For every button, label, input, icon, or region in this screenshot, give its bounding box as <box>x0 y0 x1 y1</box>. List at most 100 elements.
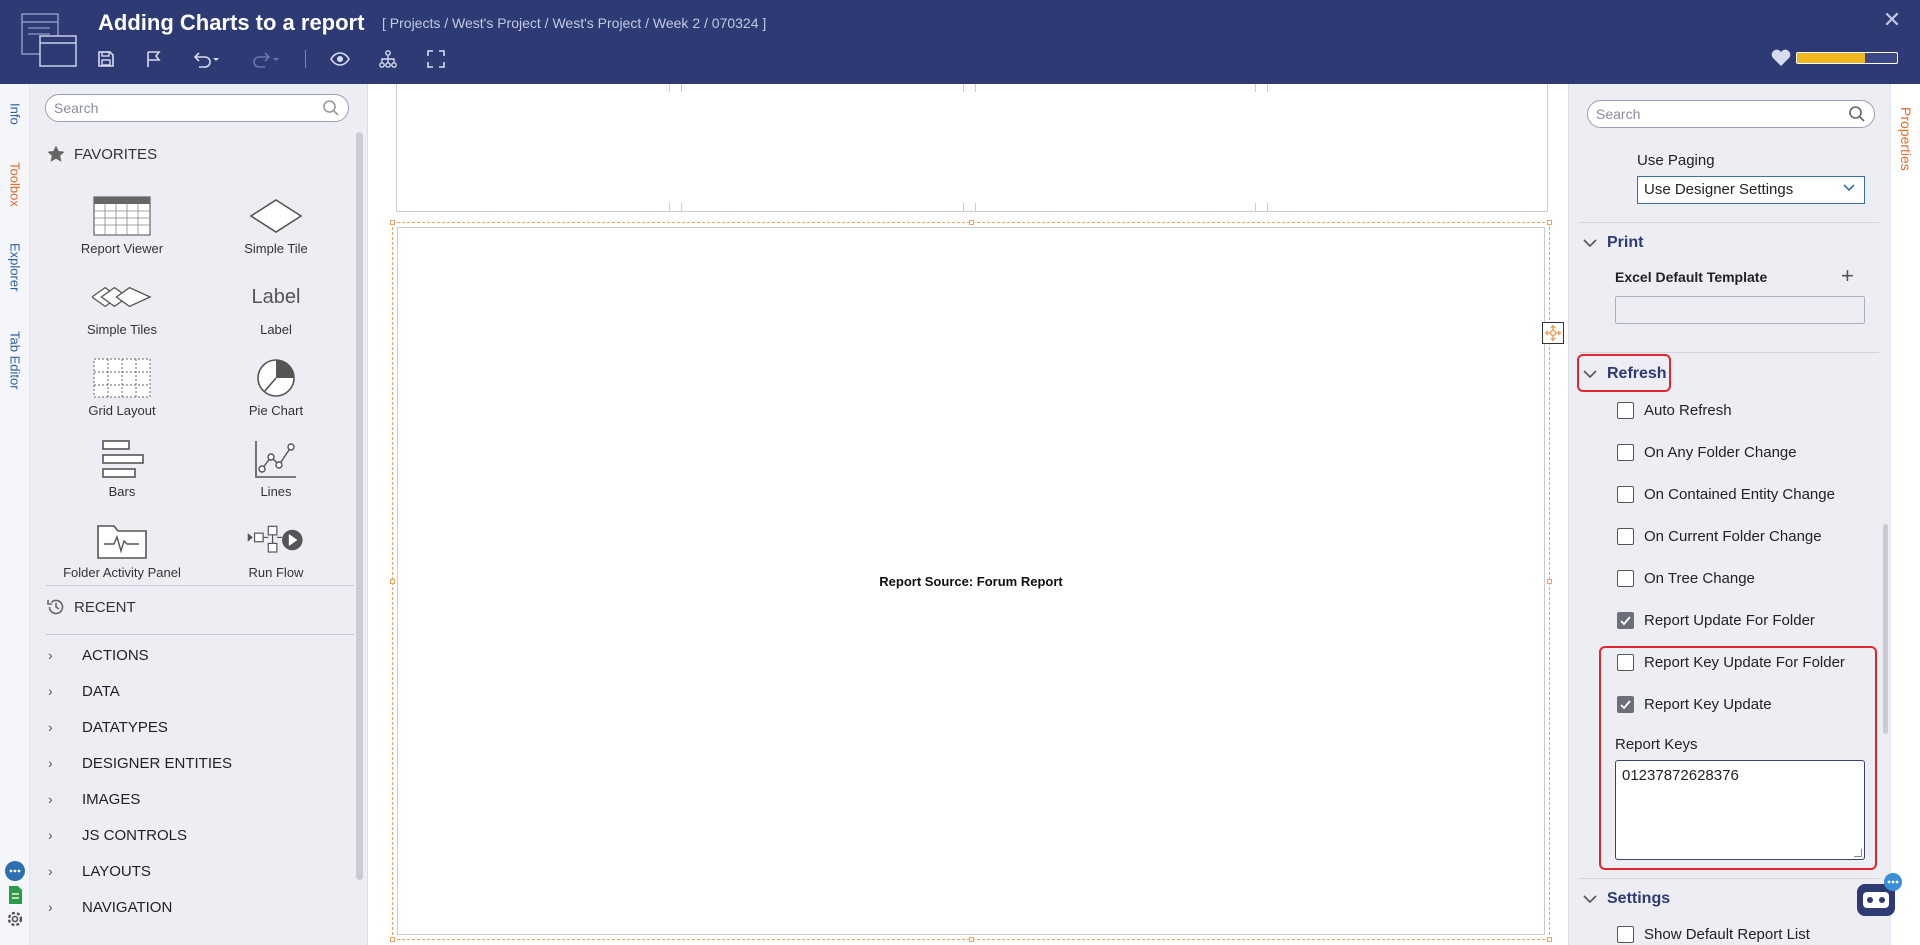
tab-explorer[interactable]: Explorer <box>0 234 30 300</box>
chatbot-icon[interactable] <box>1853 872 1905 924</box>
resize-grip-icon[interactable] <box>1854 849 1862 857</box>
category-layouts[interactable]: › LAYOUTS <box>46 858 151 884</box>
category-datatypes[interactable]: › DATATYPES <box>46 714 168 740</box>
fullscreen-icon[interactable] <box>422 46 450 72</box>
tool-lines[interactable]: Lines <box>201 423 351 499</box>
checkbox[interactable] <box>1617 570 1634 587</box>
checkbox-on-contained-entity-change[interactable]: On Contained Entity Change <box>1617 486 1835 503</box>
tool-folder-activity-panel[interactable]: Folder Activity Panel <box>47 504 197 580</box>
checkbox-on-tree-change[interactable]: On Tree Change <box>1617 570 1755 587</box>
report-keys-value: 01237872628376 <box>1622 767 1739 784</box>
resize-handle[interactable] <box>969 220 974 225</box>
tool-simple-tiles[interactable]: Simple Tiles <box>47 261 197 337</box>
category-data[interactable]: › DATA <box>46 678 120 704</box>
tab-tab-editor[interactable]: Tab Editor <box>0 320 30 400</box>
upper-container[interactable] <box>396 84 1548 212</box>
checkbox[interactable] <box>1617 402 1634 419</box>
app-logo-icon <box>20 12 78 70</box>
checkbox-label: On Contained Entity Change <box>1644 486 1835 503</box>
column-marker <box>1267 84 1268 92</box>
toolbox-scrollbar[interactable] <box>356 132 363 880</box>
close-icon[interactable]: ✕ <box>1880 8 1904 32</box>
resize-handle[interactable] <box>390 579 395 584</box>
checkbox[interactable] <box>1617 444 1634 461</box>
redo-icon[interactable] <box>246 46 286 72</box>
category-js-controls[interactable]: › JS CONTROLS <box>46 822 187 848</box>
checkbox[interactable] <box>1617 654 1634 671</box>
checkbox-auto-refresh[interactable]: Auto Refresh <box>1617 402 1732 419</box>
design-canvas[interactable]: Report Source: Forum Report <box>368 84 1568 945</box>
checkbox-show-default-report-list[interactable]: Show Default Report List <box>1617 926 1810 943</box>
tool-label: Report Viewer <box>80 241 164 256</box>
tab-info[interactable]: Info <box>0 94 30 134</box>
tool-label[interactable]: Label Label <box>201 261 351 338</box>
category-navigation[interactable]: › NAVIGATION <box>46 894 172 920</box>
checkbox-checked[interactable] <box>1617 612 1634 629</box>
chevron-right-icon: › <box>48 827 53 843</box>
resize-handle[interactable] <box>1547 579 1552 584</box>
checkbox[interactable] <box>1617 926 1634 943</box>
resize-handle[interactable] <box>1547 937 1552 942</box>
column-marker <box>975 84 976 92</box>
category-label: IMAGES <box>82 790 141 808</box>
favorites-label: FAVORITES <box>74 145 158 163</box>
chat-icon[interactable] <box>4 860 26 882</box>
tool-grid-layout[interactable]: Grid Layout <box>47 342 197 418</box>
highlight-box <box>1577 354 1671 392</box>
tool-simple-tile[interactable]: Simple Tile <box>201 180 351 256</box>
resize-handle[interactable] <box>390 220 395 225</box>
settings-gear-icon[interactable] <box>4 908 26 930</box>
recent-header[interactable]: RECENT <box>46 597 136 617</box>
toolbox-search[interactable] <box>45 94 349 122</box>
document-icon[interactable] <box>4 884 26 906</box>
tab-properties[interactable]: Properties <box>1891 94 1920 184</box>
tool-pie-chart[interactable]: Pie Chart <box>201 342 351 418</box>
category-designer-entities[interactable]: › DESIGNER ENTITIES <box>46 750 232 776</box>
report-viewer-component[interactable]: Report Source: Forum Report <box>390 220 1552 942</box>
checkbox-report-update-for-folder[interactable]: Report Update For Folder <box>1617 612 1815 629</box>
checkmark-icon <box>1620 700 1631 710</box>
move-icon[interactable] <box>1542 322 1564 344</box>
print-section-header[interactable]: Print <box>1583 234 1643 252</box>
checkbox-checked[interactable] <box>1617 696 1634 713</box>
resize-handle[interactable] <box>969 937 974 942</box>
tool-run-flow[interactable]: Run Flow <box>201 504 351 580</box>
tool-report-viewer[interactable]: Report Viewer <box>47 180 197 256</box>
category-actions[interactable]: › ACTIONS <box>46 642 149 668</box>
properties-search-input[interactable] <box>1588 101 1832 127</box>
checkbox-report-key-update-for-folder[interactable]: Report Key Update For Folder <box>1617 654 1845 671</box>
tool-label: Simple Tile <box>244 241 308 256</box>
diamond-icon <box>246 195 306 237</box>
preview-icon[interactable] <box>326 46 354 72</box>
properties-search[interactable] <box>1587 100 1875 128</box>
checkbox-on-any-folder-change[interactable]: On Any Folder Change <box>1617 444 1797 461</box>
tool-label: Simple Tiles <box>86 322 158 337</box>
checkbox[interactable] <box>1617 486 1634 503</box>
category-label: NAVIGATION <box>82 898 173 916</box>
checkbox[interactable] <box>1617 528 1634 545</box>
flag-icon[interactable] <box>140 46 168 72</box>
checkbox-label: On Current Folder Change <box>1644 528 1822 545</box>
resize-handle[interactable] <box>390 937 395 942</box>
toolbox-search-input[interactable] <box>46 95 303 121</box>
checkbox-report-key-update[interactable]: Report Key Update <box>1617 696 1772 713</box>
heart-icon[interactable] <box>1770 48 1792 68</box>
settings-section-header[interactable]: Settings <box>1583 890 1670 908</box>
use-paging-select[interactable]: Use Designer Settings <box>1637 176 1865 204</box>
favorites-header[interactable]: FAVORITES <box>46 144 157 164</box>
add-icon[interactable]: + <box>1841 265 1854 287</box>
hierarchy-icon[interactable] <box>374 46 402 72</box>
resize-handle[interactable] <box>1547 220 1552 225</box>
save-icon[interactable] <box>92 46 120 72</box>
checkmark-icon <box>1620 616 1631 626</box>
tab-toolbox[interactable]: Toolbox <box>0 154 30 214</box>
report-keys-textarea[interactable]: 01237872628376 <box>1615 760 1865 860</box>
tool-bars[interactable]: Bars <box>47 423 197 499</box>
breadcrumb[interactable]: [ Projects / West's Project / West's Pro… <box>382 15 766 31</box>
excel-template-field[interactable] <box>1615 296 1865 324</box>
undo-icon[interactable] <box>186 46 226 72</box>
checkbox-on-current-folder-change[interactable]: On Current Folder Change <box>1617 528 1822 545</box>
category-label: ACTIONS <box>82 646 149 664</box>
category-images[interactable]: › IMAGES <box>46 786 140 812</box>
properties-scrollbar[interactable] <box>1883 524 1888 734</box>
